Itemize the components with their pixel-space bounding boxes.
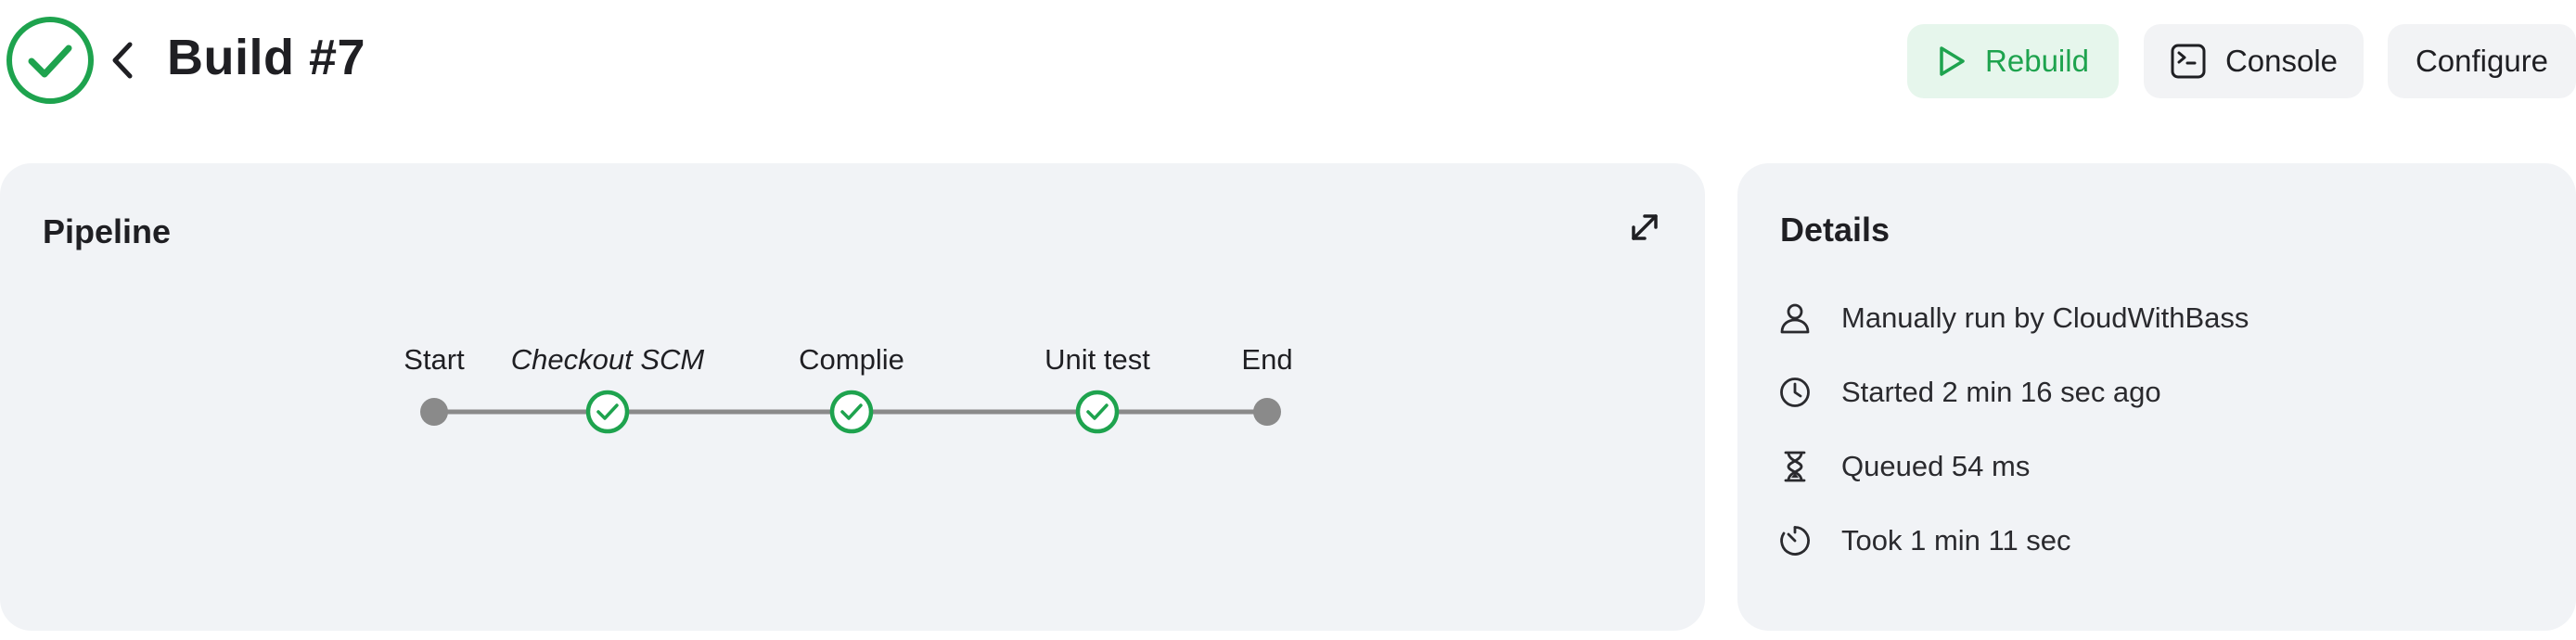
back-chevron-icon[interactable] (106, 39, 139, 82)
timer-icon (1780, 526, 1810, 556)
details-card: Details Manually run by CloudWithBass St… (1737, 163, 2576, 631)
detail-trigger: Manually run by CloudWithBass (1778, 295, 2249, 341)
pipeline-card: Pipeline Start Checkout SCM Complie Unit… (0, 163, 1705, 631)
stage-node-checkout-scm[interactable] (585, 390, 630, 434)
detail-queued: Queued 54 ms (1778, 443, 2030, 490)
pipeline-graph (420, 390, 1281, 434)
detail-duration: Took 1 min 11 sec (1778, 518, 2071, 564)
rebuild-button[interactable]: Rebuild (1907, 24, 2119, 98)
detail-trigger-text: Manually run by CloudWithBass (1841, 301, 2249, 334)
detail-started-text: Started 2 min 16 sec ago (1841, 376, 2161, 408)
terminal-icon (2171, 44, 2206, 79)
user-icon (1780, 303, 1810, 334)
detail-queued-text: Queued 54 ms (1841, 450, 2031, 482)
configure-label: Configure (2415, 44, 2549, 78)
stage-node-unit-test[interactable] (1075, 390, 1120, 434)
configure-button[interactable]: Configure (2388, 24, 2576, 98)
rebuild-label: Rebuild (1985, 44, 2089, 78)
start-node (420, 398, 448, 426)
console-label: Console (2224, 44, 2339, 78)
end-node (1253, 398, 1281, 426)
console-button[interactable]: Console (2144, 24, 2364, 98)
page-title: Build #7 (167, 30, 366, 85)
stage-node-complie[interactable] (829, 390, 874, 434)
detail-started: Started 2 min 16 sec ago (1778, 369, 2161, 416)
play-icon (1940, 46, 1965, 76)
detail-duration-text: Took 1 min 11 sec (1841, 524, 2071, 557)
clock-icon (1780, 378, 1810, 407)
details-title: Details (1780, 211, 1890, 249)
build-success-icon (6, 17, 94, 104)
hourglass-icon (1784, 451, 1806, 482)
